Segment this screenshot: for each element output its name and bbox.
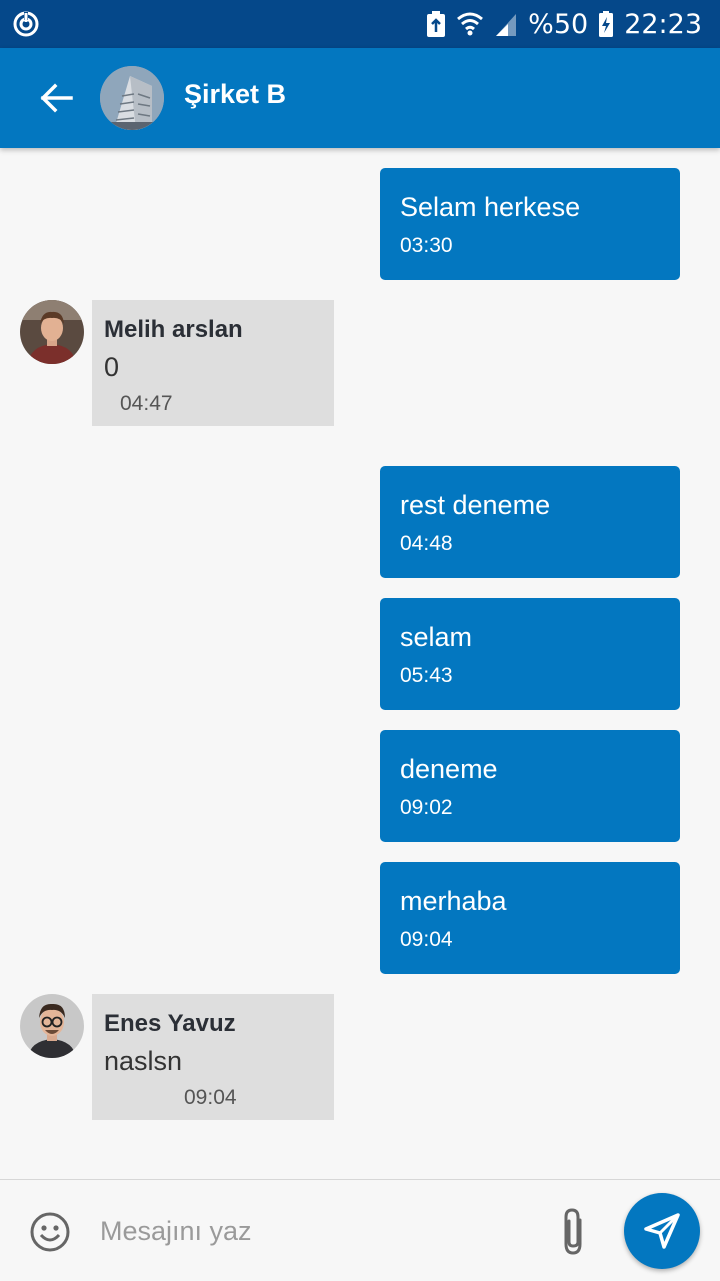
battery-saver-icon	[427, 11, 446, 37]
battery-percent: %50	[528, 8, 589, 40]
avatar[interactable]	[20, 300, 84, 364]
battery-charging-icon	[599, 11, 614, 37]
user-photo	[20, 994, 84, 1058]
emoji-icon	[30, 1212, 70, 1252]
back-button[interactable]	[32, 76, 80, 120]
outgoing-message[interactable]: deneme 09:02	[380, 730, 680, 842]
outgoing-message[interactable]: merhaba 09:04	[380, 862, 680, 974]
incoming-message[interactable]: Enes Yavuz naslsn 09:04	[92, 994, 334, 1120]
building-photo	[100, 66, 164, 130]
message-time: 03:30	[400, 234, 453, 257]
message-text: rest deneme	[400, 490, 551, 520]
outgoing-message[interactable]: selam 05:43	[380, 598, 680, 710]
clock: 22:23	[624, 8, 702, 40]
sync-icon	[13, 11, 39, 37]
chat-title: Şirket B	[184, 79, 287, 109]
attach-button[interactable]	[556, 1206, 592, 1258]
incoming-message[interactable]: Melih arslan 0 04:47	[92, 300, 334, 426]
message-composer	[0, 1179, 720, 1281]
message-time: 09:02	[400, 796, 453, 819]
message-time: 05:43	[400, 664, 453, 687]
arrow-left-icon	[40, 83, 73, 113]
sender-name: Melih arslan	[104, 316, 243, 343]
send-button[interactable]	[624, 1193, 700, 1269]
message-text: deneme	[400, 754, 498, 784]
message-text: Selam herkese	[400, 192, 581, 222]
message-text: merhaba	[400, 886, 507, 916]
group-avatar[interactable]	[100, 66, 164, 130]
message-input[interactable]	[96, 1206, 544, 1256]
send-icon	[644, 1213, 680, 1249]
message-time: 09:04	[184, 1086, 237, 1109]
message-text: selam	[400, 622, 473, 652]
status-bar: %50 22:23	[0, 0, 720, 48]
user-photo	[20, 300, 84, 364]
app-bar: Şirket B	[0, 48, 720, 148]
message-time: 09:04	[400, 928, 453, 951]
emoji-button[interactable]	[28, 1210, 72, 1254]
message-time: 04:47	[120, 392, 173, 415]
avatar[interactable]	[20, 994, 84, 1058]
message-text: naslsn	[104, 1046, 183, 1076]
outgoing-message[interactable]: rest deneme 04:48	[380, 466, 680, 578]
signal-icon	[496, 14, 517, 36]
sender-name: Enes Yavuz	[104, 1010, 236, 1037]
outgoing-message[interactable]: Selam herkese 03:30	[380, 168, 680, 280]
wifi-icon	[457, 12, 484, 36]
paperclip-icon	[564, 1208, 582, 1255]
message-text: 0	[104, 352, 120, 382]
message-time: 04:48	[400, 532, 453, 555]
